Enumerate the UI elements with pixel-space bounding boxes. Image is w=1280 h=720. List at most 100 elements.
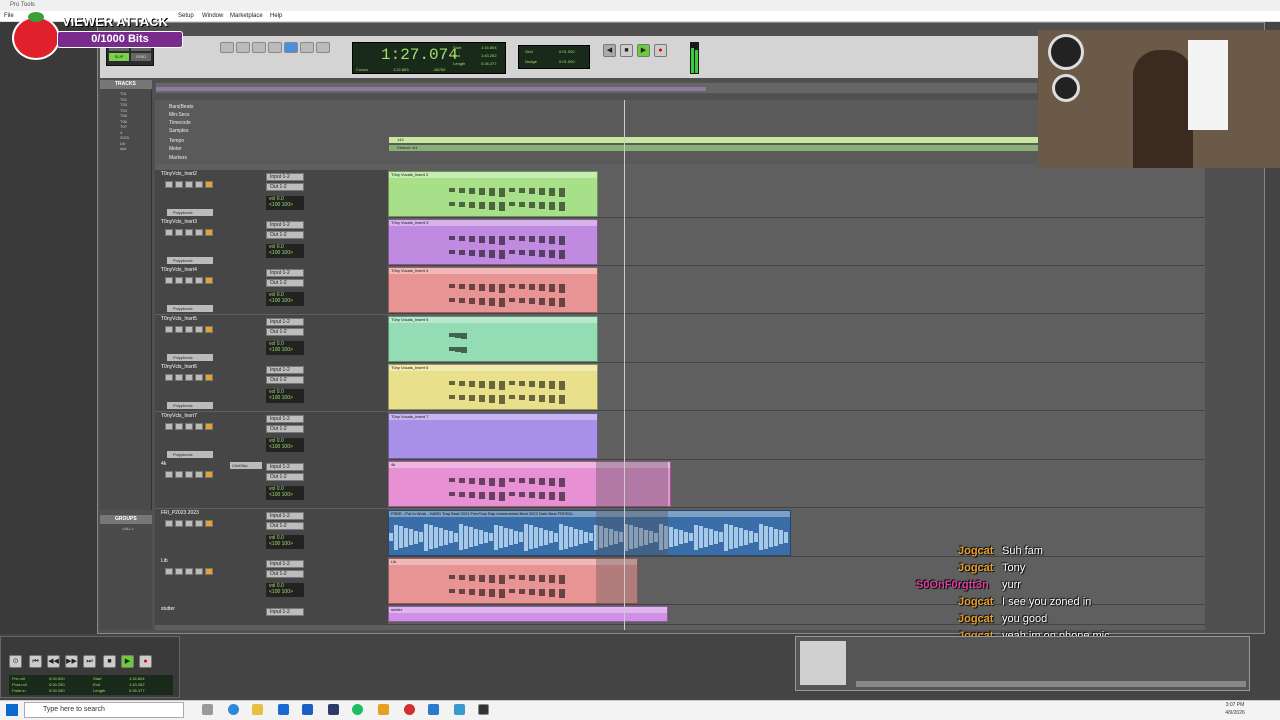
- trim-tool-icon[interactable]: [236, 42, 250, 53]
- protools-icon[interactable]: [478, 704, 489, 715]
- track-mute-button[interactable]: [195, 374, 203, 381]
- play-button[interactable]: ▶: [637, 44, 650, 57]
- track-solo-button[interactable]: [185, 181, 193, 188]
- t-end-button[interactable]: ⏭: [83, 655, 96, 668]
- track-mode[interactable]: Polyphonic: [167, 305, 213, 312]
- track-input-selector[interactable]: Input 1-2: [266, 173, 304, 181]
- t-record-button[interactable]: ●: [139, 655, 152, 668]
- track-volume[interactable]: vol 0.0 <100 100>: [266, 438, 304, 452]
- mode-slip[interactable]: SLIP: [109, 53, 129, 61]
- track-name[interactable]: T0nyVcls_Insrt7: [161, 413, 217, 421]
- track-input-selector[interactable]: Input 1-2: [266, 366, 304, 374]
- mode-grid[interactable]: GRID: [131, 53, 151, 61]
- track-name[interactable]: FRI_P2023 2023: [161, 510, 217, 518]
- track-input-selector[interactable]: Input 1-2: [266, 560, 304, 568]
- chat-username[interactable]: Jogcat: [958, 545, 993, 558]
- track-record-button[interactable]: [165, 568, 173, 575]
- track-input-selector[interactable]: Input 1-2: [266, 608, 304, 616]
- track-record-button[interactable]: [165, 423, 173, 430]
- track-volume[interactable]: vol 0.0 <100 100>: [266, 196, 304, 210]
- tempo-ruler-value[interactable]: 142: [389, 137, 1038, 143]
- track-record-button[interactable]: [165, 471, 173, 478]
- start-icon[interactable]: [6, 704, 18, 716]
- track-volume[interactable]: vol 0.0 <100 100>: [266, 292, 304, 306]
- track-name[interactable]: T0nyVcls_Insrt2: [161, 171, 217, 179]
- track-buttons[interactable]: [165, 471, 215, 506]
- track-name[interactable]: stutter: [161, 606, 217, 614]
- selector-tool-icon[interactable]: [252, 42, 266, 53]
- track-mute-toggle[interactable]: [205, 277, 213, 284]
- folder-icon[interactable]: [252, 704, 263, 715]
- t-online-button[interactable]: ⊙: [9, 655, 22, 668]
- meter-ruler-value[interactable]: Default: 4/4: [389, 145, 1038, 151]
- track-record-button[interactable]: [165, 326, 173, 333]
- track-solo-button[interactable]: [185, 326, 193, 333]
- track-record-button[interactable]: [165, 229, 173, 236]
- track-output-selector[interactable]: Out 1-2: [266, 231, 304, 239]
- audio-clip[interactable]: FREE - Put In Work - HARD Trap Beat 2021…: [388, 510, 791, 556]
- track-name[interactable]: Lib: [161, 558, 217, 566]
- track-mute-button[interactable]: [195, 277, 203, 284]
- track-input-button[interactable]: [175, 471, 183, 478]
- track-buttons[interactable]: [165, 568, 215, 603]
- audio-clip[interactable]: T0ny Vocals_Insert 4: [388, 267, 598, 313]
- track-solo-button[interactable]: [185, 374, 193, 381]
- nudge-value[interactable]: 0:01.000: [559, 59, 575, 64]
- track-header[interactable]: T0nyVcls_Insrt3 Polyphonic Input 1-2 Out 1-…: [155, 218, 388, 266]
- track-header[interactable]: 4k ChnlStrp Input 1-2 Out 1-2 vol 0.0 <100 10…: [155, 460, 388, 508]
- track-name[interactable]: T0nyVcls_Insrt4: [161, 267, 217, 275]
- track-volume[interactable]: vol 0.0 <100 100>: [266, 341, 304, 355]
- app-icon-4[interactable]: [454, 704, 465, 715]
- track-input-selector[interactable]: Input 1-2: [266, 512, 304, 520]
- chat-username[interactable]: Jogcat: [958, 596, 993, 609]
- rewind-button[interactable]: ◀: [603, 44, 616, 57]
- track-input-button[interactable]: [175, 520, 183, 527]
- track-mode[interactable]: Polyphonic: [167, 451, 213, 458]
- app-icon-2[interactable]: [328, 704, 339, 715]
- groups-all[interactable]: <ALL>: [122, 526, 134, 531]
- t-ffwd-button[interactable]: ▶▶: [65, 655, 78, 668]
- track-name[interactable]: T0nyVcls_Insrt6: [161, 364, 217, 372]
- menu-window[interactable]: Window: [202, 11, 223, 22]
- obs-icon[interactable]: [404, 704, 415, 715]
- track-mute-toggle[interactable]: [205, 326, 213, 333]
- transport-window[interactable]: ⊙ ⏮ ◀◀ ▶▶ ⏭ ■ ▶ ● Pre-roll Post-roll Fad…: [0, 636, 180, 698]
- track-record-button[interactable]: [165, 520, 173, 527]
- track-output-selector[interactable]: Out 1-2: [266, 425, 304, 433]
- track-volume[interactable]: vol 0.0 <100 100>: [266, 389, 304, 403]
- track-mode[interactable]: Polyphonic: [167, 257, 213, 264]
- track-output-selector[interactable]: Out 1-2: [266, 376, 304, 384]
- track-output-selector[interactable]: Out 1-2: [266, 473, 304, 481]
- track-solo-button[interactable]: [185, 520, 193, 527]
- track-input-button[interactable]: [175, 423, 183, 430]
- track-header[interactable]: T0nyVcls_Insrt2 Polyphonic Input 1-2 Out 1-…: [155, 170, 388, 218]
- taskview-icon[interactable]: [202, 704, 213, 715]
- app-icon-1[interactable]: [302, 704, 313, 715]
- track-volume[interactable]: vol 0.0 <100 100>: [266, 583, 304, 597]
- track-mute-button[interactable]: [195, 326, 203, 333]
- track-input-selector[interactable]: Input 1-2: [266, 221, 304, 229]
- taskbar-clock[interactable]: 3:07 PM 4/9/2026: [1215, 701, 1255, 719]
- spotify-icon[interactable]: [352, 704, 363, 715]
- universe-overview[interactable]: [155, 82, 1038, 94]
- record-button[interactable]: ●: [654, 44, 667, 57]
- track-input-button[interactable]: [175, 326, 183, 333]
- grid-nudge-panel[interactable]: Grid 0:01.000 Nudge 0:01.000: [518, 45, 590, 69]
- track-mode[interactable]: Polyphonic: [167, 402, 213, 409]
- track-header[interactable]: T0nyVcls_Insrt5 Polyphonic Input 1-2 Out 1-…: [155, 315, 388, 363]
- grabber-tool-icon[interactable]: [268, 42, 282, 53]
- track-mute-button[interactable]: [195, 471, 203, 478]
- track-header[interactable]: T0nyVcls_Insrt4 Polyphonic Input 1-2 Out 1-…: [155, 266, 388, 314]
- track-mute-button[interactable]: [195, 229, 203, 236]
- track-mute-toggle[interactable]: [205, 520, 213, 527]
- t-play-button[interactable]: ▶: [121, 655, 134, 668]
- audio-clip[interactable]: T0ny Vocals_Insert 3: [388, 219, 598, 265]
- vscode-icon[interactable]: [428, 704, 439, 715]
- audio-clip[interactable]: stutter: [388, 606, 668, 622]
- track-input-button[interactable]: [175, 277, 183, 284]
- audio-clip[interactable]: T0ny Vocals_Insert 6: [388, 364, 598, 410]
- menu-marketplace[interactable]: Marketplace: [230, 11, 263, 22]
- track-header[interactable]: Lib Input 1-2 Out 1-2 vol 0.0 <100 100>: [155, 557, 388, 605]
- audio-clip[interactable]: T0ny Vocals_Insert 5: [388, 316, 598, 362]
- smart-tool-icon[interactable]: [284, 42, 298, 53]
